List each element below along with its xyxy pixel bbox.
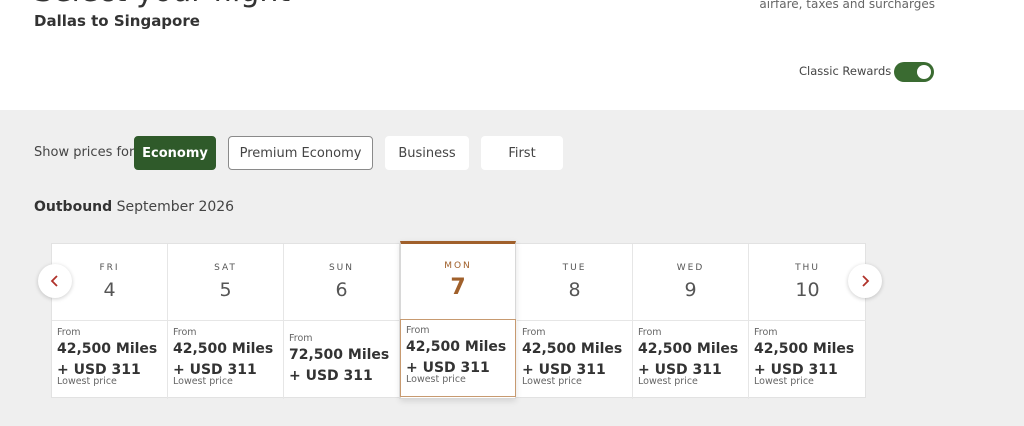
day-of-week: WED <box>676 263 705 273</box>
price-block: From 42,500 Miles + USD 311 Lowest price <box>754 327 854 387</box>
day-number: 5 <box>219 279 232 301</box>
selected-price-box: From 42,500 Miles + USD 311 Lowest price <box>400 319 516 397</box>
results-panel: Show prices for: Economy Premium Economy… <box>0 110 1024 426</box>
day-of-week: THU <box>795 263 820 273</box>
chevron-left-icon <box>50 275 58 287</box>
price-block: From 42,500 Miles + USD 311 Lowest price <box>638 327 738 387</box>
miles-price: 42,500 Miles <box>638 341 739 357</box>
day-of-week: TUE <box>562 263 587 273</box>
miles-price: 42,500 Miles <box>173 341 274 357</box>
date-cell-fri-4[interactable]: FRI 4 From 42,500 Miles + USD 311 Lowest… <box>52 244 168 399</box>
day-number: 9 <box>684 279 697 301</box>
date-header: TUE 8 <box>517 244 632 321</box>
lowest-price-label: Lowest price <box>173 376 233 387</box>
date-cell-thu-10[interactable]: THU 10 From 42,500 Miles + USD 311 Lowes… <box>749 244 866 399</box>
date-header: WED 9 <box>633 244 748 321</box>
cabin-business-button[interactable]: Business <box>385 136 469 170</box>
miles-price: 42,500 Miles <box>406 339 507 355</box>
fare-note: airfare, taxes and surcharges <box>759 0 935 11</box>
day-of-week: SUN <box>328 263 355 273</box>
day-number: 7 <box>450 275 466 300</box>
date-cell-sun-6[interactable]: SUN 6 From 72,500 Miles + USD 311 <box>284 244 400 399</box>
date-header: MON 7 <box>401 244 515 319</box>
cabin-first-button[interactable]: First <box>481 136 563 170</box>
day-of-week: MON <box>444 261 472 271</box>
date-calendar: FRI 4 From 42,500 Miles + USD 311 Lowest… <box>51 241 866 399</box>
route-title: Dallas to Singapore <box>34 12 200 30</box>
from-label: From <box>522 327 546 338</box>
outbound-month: September 2026 <box>116 199 235 215</box>
date-cell-sat-5[interactable]: SAT 5 From 42,500 Miles + USD 311 Lowest… <box>168 244 284 399</box>
page-header: Select your flight Dallas to Singapore a… <box>0 0 1024 110</box>
date-header: SAT 5 <box>168 244 283 321</box>
lowest-price-label: Lowest price <box>406 374 466 385</box>
date-cell-mon-7-selected[interactable]: MON 7 From 42,500 Miles + USD 311 Lowest… <box>400 241 516 399</box>
outbound-heading: Outbound September 2026 <box>34 199 234 215</box>
cabin-economy-button[interactable]: Economy <box>134 136 216 170</box>
lowest-price-label: Lowest price <box>638 376 698 387</box>
miles-price: 42,500 Miles <box>57 341 158 357</box>
price-block: From 42,500 Miles + USD 311 Lowest price <box>406 325 506 385</box>
prev-dates-button[interactable] <box>38 264 72 298</box>
cabin-premium-economy-button[interactable]: Premium Economy <box>228 136 373 170</box>
toggle-knob <box>917 65 931 79</box>
miles-price: 42,500 Miles <box>522 341 623 357</box>
price-block: From 72,500 Miles + USD 311 <box>289 333 389 384</box>
lowest-price-label: Lowest price <box>57 376 117 387</box>
miles-price: 72,500 Miles <box>289 347 390 363</box>
page-title: Select your flight <box>34 0 290 9</box>
from-label: From <box>57 327 81 338</box>
day-number: 8 <box>568 279 581 301</box>
day-number: 6 <box>335 279 348 301</box>
next-dates-button[interactable] <box>848 264 882 298</box>
lowest-price-label: Lowest price <box>754 376 814 387</box>
from-label: From <box>406 325 430 336</box>
from-label: From <box>638 327 662 338</box>
chevron-right-icon <box>862 275 870 287</box>
usd-price: + USD 311 <box>289 368 373 384</box>
from-label: From <box>754 327 778 338</box>
show-prices-label: Show prices for: <box>34 145 139 160</box>
classic-rewards-toggle[interactable] <box>894 62 934 82</box>
miles-price: 42,500 Miles <box>754 341 855 357</box>
price-block: From 42,500 Miles + USD 311 Lowest price <box>522 327 622 387</box>
from-label: From <box>173 327 197 338</box>
price-block: From 42,500 Miles + USD 311 Lowest price <box>173 327 273 387</box>
lowest-price-label: Lowest price <box>522 376 582 387</box>
date-header: SUN 6 <box>284 244 399 321</box>
outbound-label: Outbound <box>34 199 113 215</box>
from-label: From <box>289 333 313 344</box>
date-cell-tue-8[interactable]: TUE 8 From 42,500 Miles + USD 311 Lowest… <box>517 244 633 399</box>
date-cell-wed-9[interactable]: WED 9 From 42,500 Miles + USD 311 Lowest… <box>633 244 749 399</box>
price-block: From 42,500 Miles + USD 311 Lowest price <box>57 327 157 387</box>
day-of-week: SAT <box>214 263 237 273</box>
classic-rewards-label: Classic Rewards <box>799 64 892 78</box>
